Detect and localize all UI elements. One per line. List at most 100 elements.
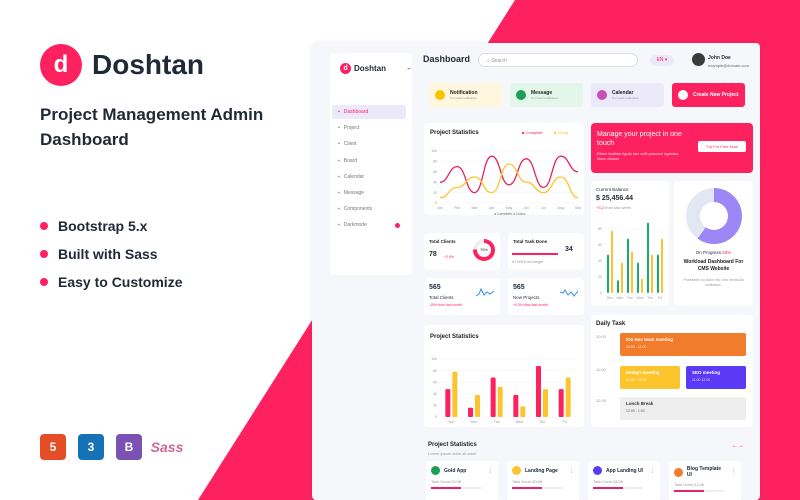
project-icon bbox=[593, 466, 602, 475]
total-clients-card: Total Clients 78 +2.5% 76% bbox=[424, 233, 500, 270]
promo-text: Etiam facilisis ligula nec velit posuere… bbox=[597, 151, 680, 161]
quick-action-calendar[interactable]: Calendar 5 unread notification bbox=[591, 83, 664, 107]
nav-icon: ▪ bbox=[338, 125, 340, 132]
avatar[interactable] bbox=[692, 53, 705, 66]
try-free-button[interactable]: Try For Free Now bbox=[698, 141, 746, 152]
brand-name: Doshtan bbox=[92, 49, 204, 80]
x-tick-label: Jan bbox=[437, 206, 443, 210]
sidebar-item-darkmode[interactable]: ▪ Darkmode bbox=[332, 218, 406, 232]
x-tick-label: Mar bbox=[471, 206, 478, 210]
language-select[interactable]: EN ▾ bbox=[650, 55, 674, 66]
nav-icon: ▪ bbox=[338, 141, 340, 148]
workload-donut bbox=[686, 188, 742, 244]
stat-value: 565 bbox=[429, 284, 441, 291]
bar-chart-card: Project Statistics 0 20 40 60 80 100 Sun Mon Tue… bbox=[424, 325, 584, 427]
task-item[interactable]: SEO meeting 11:00 12:00 bbox=[686, 366, 746, 389]
x-tick-label: Thu bbox=[647, 296, 653, 300]
hero-subtitle: Project Management Admin Dashboard bbox=[40, 105, 264, 149]
search-input[interactable]: ⌕ Search bbox=[478, 53, 638, 67]
sidebar-item-dashboard[interactable]: ▪ Dashboard bbox=[332, 105, 406, 119]
y-tick-label: 40 bbox=[598, 259, 602, 263]
nav-icon: ▪ bbox=[338, 173, 340, 180]
x-tick-label: Fri bbox=[563, 420, 567, 424]
user-name: John Doe bbox=[708, 55, 731, 61]
more-icon[interactable]: ⋮ bbox=[488, 468, 493, 474]
x-tick-label: Sun bbox=[607, 296, 613, 300]
promo-title: Manage your project in one touch bbox=[597, 131, 682, 147]
quick-action-create-new-project[interactable]: Create New Project bbox=[672, 83, 745, 107]
x-tick-label: Mon bbox=[471, 420, 478, 424]
status-label: On Progress bbox=[695, 250, 721, 255]
x-tick-label: Tue bbox=[627, 296, 633, 300]
more-icon[interactable]: ⋮ bbox=[569, 468, 574, 474]
balance-change: +3.2 bbox=[596, 205, 604, 210]
project-card[interactable]: Blog Template UI ⋮ Task Done:21/45 bbox=[669, 461, 741, 500]
promo-card: Manage your project in one touch Etiam f… bbox=[591, 123, 753, 173]
collapse-arrow-icon[interactable]: ← bbox=[406, 65, 413, 72]
sidebar-item-components[interactable]: ▪ Components bbox=[332, 202, 406, 216]
calendar-icon bbox=[597, 90, 607, 100]
bar bbox=[520, 406, 526, 417]
darkmode-toggle[interactable] bbox=[395, 222, 400, 228]
brand: d Doshtan bbox=[40, 44, 204, 86]
project-card[interactable]: App Landing UI ⋮ Task Done:28/36 bbox=[588, 461, 660, 500]
project-name: Blog Template UI bbox=[686, 466, 721, 478]
chart-title: Project Statistics bbox=[430, 334, 479, 340]
task-item[interactable]: IOs Dev team meeting 10:00 - 11:00 bbox=[620, 333, 746, 356]
legend-complete: ■ Complete bbox=[522, 130, 543, 135]
y-tick-label: 100 bbox=[431, 357, 437, 361]
balance-label: Current Balance bbox=[596, 187, 629, 192]
project-name: Landing Page bbox=[525, 467, 558, 474]
sidebar-item-message[interactable]: ▪ Message bbox=[332, 186, 406, 200]
project-task: Task Done:21/45 bbox=[674, 482, 705, 487]
stat-value: 78 bbox=[429, 251, 437, 258]
quick-action-notification[interactable]: Notification 5 unread notification bbox=[429, 83, 502, 107]
sidebar-item-label: Darkmode bbox=[343, 222, 367, 229]
chart-title: Project Statistics bbox=[430, 130, 479, 136]
sidebar: d Doshtan ← ▪ Dashboard ▪ Project ▪ Client ▪ Bo… bbox=[330, 53, 413, 275]
notification-icon bbox=[435, 90, 445, 100]
more-icon[interactable]: ⋮ bbox=[650, 468, 655, 474]
balance-bar-chart: 0 20 40 60 80 Sun Mon Tue Wed Thu Fri bbox=[598, 222, 665, 300]
task-item[interactable]: Design meeting 11:00 - 12:00 bbox=[620, 366, 680, 389]
daily-task-card: Daily Task 10:00 11:00 12:00 IOs Dev tea… bbox=[591, 315, 753, 427]
feature: Built with Sass bbox=[40, 246, 158, 262]
line-chart-card: Project Statistics ■ Complete ■ Doing 0 2… bbox=[424, 123, 584, 215]
project-icon bbox=[431, 466, 440, 475]
sidebar-item-board[interactable]: ▪ Board bbox=[332, 154, 406, 168]
feature-label: Bootstrap 5.x bbox=[58, 218, 148, 234]
y-tick-label: 80 bbox=[433, 369, 437, 373]
sidebar-item-calendar[interactable]: ▪ Calendar bbox=[332, 170, 406, 184]
bar bbox=[536, 365, 541, 417]
bar bbox=[637, 262, 639, 293]
y-tick-label: 80 bbox=[598, 227, 602, 231]
bar bbox=[543, 389, 548, 417]
sidebar-item-project[interactable]: ▪ Project bbox=[332, 121, 406, 135]
x-tick-label: Apr bbox=[489, 206, 495, 210]
project-icon bbox=[512, 466, 521, 475]
clients-card: 565 Total Clients -15% from last month bbox=[424, 278, 500, 315]
sidebar-item-client[interactable]: ▪ Client bbox=[332, 137, 406, 151]
stat-note: -15% from last month bbox=[429, 303, 463, 307]
project-card[interactable]: Gold App ⋮ Task Done:22/48 bbox=[426, 461, 498, 500]
project-card[interactable]: Landing Page ⋮ Task Done:30/48 bbox=[507, 461, 579, 500]
logo-icon: d bbox=[40, 44, 82, 86]
line-chart: 0 20 40 60 80 100 Jan Feb Mar Apr May Jun Jul Aug Sep ●… bbox=[431, 149, 581, 215]
more-icon[interactable]: ⋮ bbox=[731, 469, 736, 475]
task-done-card: Total Task Done 67 left from target 34 bbox=[508, 233, 584, 270]
sidebar-item-label: Project bbox=[343, 125, 360, 132]
html5-icon: 5 bbox=[40, 434, 66, 460]
feature-label: Easy to Customize bbox=[58, 274, 183, 290]
project-name: App Landing UI bbox=[606, 467, 643, 474]
bar bbox=[565, 377, 571, 417]
task-item[interactable]: Lunch Break 12:00 - 1:00 bbox=[620, 397, 746, 420]
quick-action-message[interactable]: Message 5 unread notification bbox=[510, 83, 583, 107]
bar bbox=[497, 386, 503, 417]
nav-icon: ▪ bbox=[338, 222, 340, 229]
x-tick-label: Fri bbox=[658, 296, 662, 300]
time-label: 11:00 bbox=[596, 367, 606, 372]
nav-arrows-icon[interactable]: ←→ bbox=[732, 443, 744, 449]
nav-icon: ▪ bbox=[338, 157, 340, 164]
stat-note: 67 left from target bbox=[512, 259, 544, 264]
y-tick-label: 100 bbox=[431, 149, 437, 153]
